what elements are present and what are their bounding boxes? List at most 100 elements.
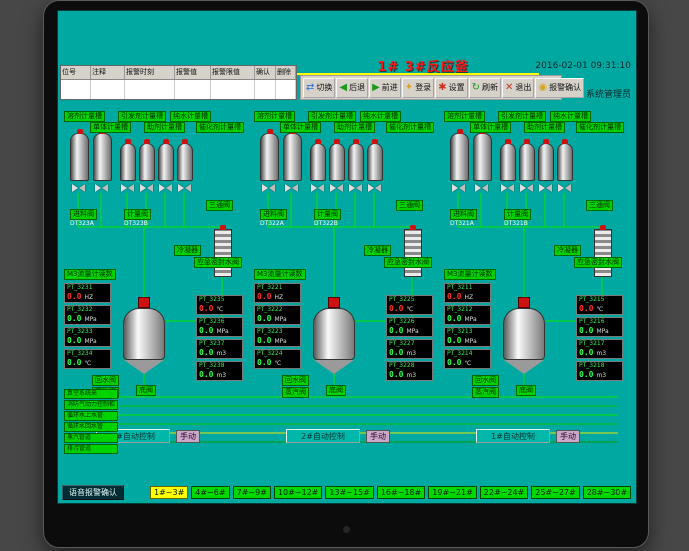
valve-icon[interactable] <box>121 183 134 193</box>
instrument-box[interactable]: PT_3222 0.0MPa <box>254 305 301 325</box>
switch-button[interactable]: ⇄切换 <box>303 78 335 98</box>
metering-tank[interactable] <box>139 143 155 181</box>
vessel-cone <box>504 360 544 374</box>
instrument-unit: ℃ <box>216 306 223 313</box>
forward-button[interactable]: ▶前进 <box>369 78 401 98</box>
valve-group[interactable]: 进料阀 DT321A <box>450 201 477 228</box>
settings-button[interactable]: ✱设置 <box>435 78 467 98</box>
vessel-body <box>313 308 355 360</box>
instrument-box[interactable]: PT_3235 0.0℃ <box>196 295 243 315</box>
page-button[interactable]: 10#~12# <box>274 486 322 499</box>
valve-icon[interactable] <box>72 183 85 193</box>
valve-icon[interactable] <box>311 183 324 193</box>
valve-icon[interactable] <box>159 183 172 193</box>
metering-tank[interactable] <box>519 143 535 181</box>
instrument-box[interactable]: PT_3226 0.0MPa <box>386 317 433 337</box>
instrument-box[interactable]: PT_3223 0.0MPa <box>254 327 301 347</box>
instrument-box[interactable]: PT_3218 0.0m3 <box>576 361 623 381</box>
page-button[interactable]: 25#~27# <box>531 486 579 499</box>
valve-icon[interactable] <box>349 183 362 193</box>
page-button[interactable]: 1#~3# <box>150 486 188 499</box>
metering-tank[interactable] <box>260 133 279 181</box>
metering-tank[interactable] <box>473 133 492 181</box>
instrument-box[interactable]: PT_3238 0.0m3 <box>196 361 243 381</box>
instrument-box[interactable]: PT_3212 0.0MPa <box>444 305 491 325</box>
reactor-vessel[interactable] <box>312 297 356 374</box>
refresh-button[interactable]: ↻刷新 <box>469 78 501 98</box>
instrument-box[interactable]: PT_3237 0.0m3 <box>196 339 243 359</box>
condenser[interactable] <box>214 229 232 277</box>
reactor-vessel[interactable] <box>122 297 166 374</box>
valve-group[interactable]: 计量阀 DT323B <box>124 201 151 228</box>
instrument-box[interactable]: PT_3214 0.0℃ <box>444 349 491 369</box>
instrument-box[interactable]: PT_3234 0.0℃ <box>64 349 111 369</box>
instrument-box[interactable]: PT_3228 0.0m3 <box>386 361 433 381</box>
auto-control-button[interactable]: 2#自动控制 <box>286 429 360 443</box>
metering-tank[interactable] <box>158 143 174 181</box>
voice-alarm-ack-button[interactable]: 语音报警确认 <box>62 485 124 500</box>
valve-icon[interactable] <box>262 183 275 193</box>
condenser[interactable] <box>404 229 422 277</box>
instrument-box[interactable]: PT_3232 0.0MPa <box>64 305 111 325</box>
valve-icon[interactable] <box>285 183 298 193</box>
metering-tank[interactable] <box>450 133 469 181</box>
page-button[interactable]: 22#~24# <box>480 486 528 499</box>
valve-group[interactable]: 进料阀 DT323A <box>70 201 97 228</box>
instrument-box[interactable]: PT_3216 0.0MPa <box>576 317 623 337</box>
metering-tank[interactable] <box>329 143 345 181</box>
page-button[interactable]: 7#~9# <box>233 486 271 499</box>
page-button[interactable]: 19#~21# <box>428 486 476 499</box>
exit-button[interactable]: ✕退出 <box>502 78 534 98</box>
valve-icon[interactable] <box>558 183 571 193</box>
condenser[interactable] <box>594 229 612 277</box>
page-button[interactable]: 4#~6# <box>191 486 229 499</box>
instrument-tag: PT_3222 <box>255 306 300 314</box>
page-button[interactable]: 16#~18# <box>377 486 425 499</box>
instrument-value: 0.0 <box>67 314 81 323</box>
instrument-box[interactable]: PT_3227 0.0m3 <box>386 339 433 359</box>
instrument-value: 0.0 <box>447 336 461 345</box>
metering-tank[interactable] <box>70 133 89 181</box>
valve-group[interactable]: 计量阀 DT322B <box>314 201 341 228</box>
metering-tank[interactable] <box>93 133 112 181</box>
instrument-box[interactable]: PT_3221 0.0HZ <box>254 283 301 303</box>
valve-icon[interactable] <box>368 183 381 193</box>
metering-tank[interactable] <box>348 143 364 181</box>
instrument-box[interactable]: PT_3225 0.0℃ <box>386 295 433 315</box>
valve-group[interactable]: 计量阀 DT321B <box>504 201 531 228</box>
instrument-box[interactable]: PT_3233 0.0MPa <box>64 327 111 347</box>
page-button[interactable]: 28#~30# <box>583 486 631 499</box>
valve-icon[interactable] <box>178 183 191 193</box>
reactor-vessel[interactable] <box>502 297 546 374</box>
instrument-box[interactable]: PT_3211 0.0HZ <box>444 283 491 303</box>
login-button[interactable]: ✦登录 <box>402 78 434 98</box>
valve-icon[interactable] <box>330 183 343 193</box>
valve-group[interactable]: 进料阀 DT322A <box>260 201 287 228</box>
metering-tank[interactable] <box>120 143 136 181</box>
instrument-box[interactable]: PT_3217 0.0m3 <box>576 339 623 359</box>
page-button[interactable]: 13#~15# <box>325 486 373 499</box>
metering-tank[interactable] <box>557 143 573 181</box>
valve-icon[interactable] <box>95 183 108 193</box>
metering-tank[interactable] <box>500 143 516 181</box>
metering-tank[interactable] <box>283 133 302 181</box>
instrument-box[interactable]: PT_3224 0.0℃ <box>254 349 301 369</box>
metering-tank[interactable] <box>310 143 326 181</box>
instrument-value: 0.0 <box>257 336 271 345</box>
metering-tank[interactable] <box>367 143 383 181</box>
metering-tank[interactable] <box>538 143 554 181</box>
valve-icon[interactable] <box>140 183 153 193</box>
valve-icon[interactable] <box>501 183 514 193</box>
alarm-ack-button[interactable]: ◉报警确认 <box>535 78 584 98</box>
auto-control-button[interactable]: 1#自动控制 <box>476 429 550 443</box>
instrument-box[interactable]: PT_3213 0.0MPa <box>444 327 491 347</box>
back-button[interactable]: ◀后退 <box>336 78 368 98</box>
metering-tank[interactable] <box>177 143 193 181</box>
valve-icon[interactable] <box>539 183 552 193</box>
valve-icon[interactable] <box>475 183 488 193</box>
instrument-box[interactable]: PT_3236 0.0MPa <box>196 317 243 337</box>
valve-icon[interactable] <box>520 183 533 193</box>
valve-icon[interactable] <box>452 183 465 193</box>
instrument-box[interactable]: PT_3215 0.0℃ <box>576 295 623 315</box>
instrument-box[interactable]: PT_3231 0.0HZ <box>64 283 111 303</box>
